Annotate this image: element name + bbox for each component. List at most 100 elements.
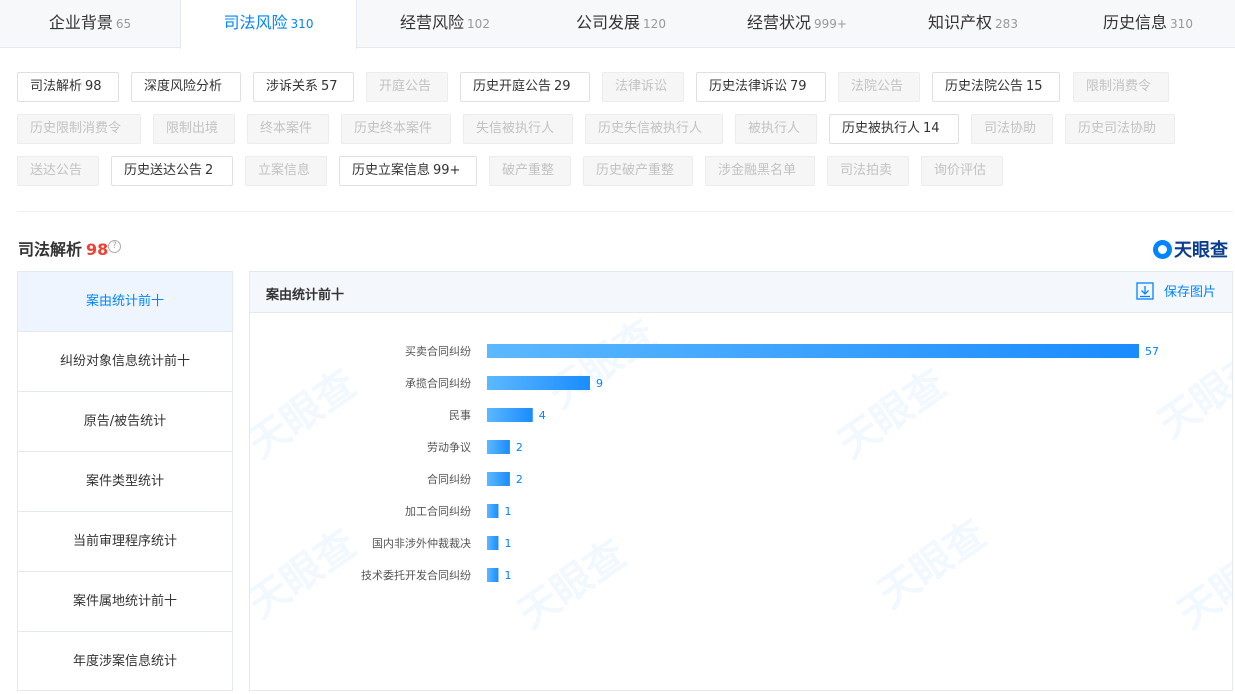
tag-count: 57 xyxy=(321,79,338,94)
tag-consumption-limit: 限制消费令 xyxy=(1073,72,1169,102)
brand-logo: 天眼查 xyxy=(1153,236,1228,262)
bar[interactable] xyxy=(487,376,590,390)
category-label: 加工合同纠纷 xyxy=(405,504,471,518)
tag-label: 司法协助 xyxy=(984,121,1037,136)
tag-count: 79 xyxy=(790,79,807,94)
tag-final-case: 终本案件 xyxy=(247,114,329,144)
case-cause-bar-chart: 买卖合同纠纷 57 承揽合同纠纷 9 民事 4 劳动争议 2 合同纠纷 2 加工合同纠纷 1 国内非涉外… xyxy=(361,344,1159,582)
tab-history-info[interactable]: 历史信息 310 xyxy=(1061,0,1235,48)
tag-label: 司法拍卖 xyxy=(840,163,893,178)
bar[interactable] xyxy=(487,440,510,454)
tab-enterprise-background[interactable]: 企业背景 65 xyxy=(0,0,180,48)
category-label: 国内非涉外仲裁裁决 xyxy=(372,536,471,550)
tag-history-dishonest-executed: 历史失信被执行人 xyxy=(585,114,723,144)
tag-label: 终本案件 xyxy=(260,121,313,136)
menu-item-trial-procedure[interactable]: 当前审理程序统计 xyxy=(18,512,232,572)
bar[interactable] xyxy=(487,568,499,582)
tab-operating-status[interactable]: 经营状况 999+ xyxy=(709,0,885,48)
tab-intellectual-property[interactable]: 知识产权 283 xyxy=(885,0,1061,48)
tag-filing-info: 立案信息 xyxy=(245,156,327,186)
tab-label: 司法风险 xyxy=(223,13,288,32)
download-icon xyxy=(1136,281,1154,300)
tab-count: 120 xyxy=(643,17,666,31)
tag-label: 开庭公告 xyxy=(379,79,432,94)
tag-history-consumption-limit: 历史限制消费令 xyxy=(17,114,141,144)
tag-bankruptcy: 破产重整 xyxy=(489,156,571,186)
section-title-text: 司法解析 xyxy=(18,240,83,259)
tag-label: 送达公告 xyxy=(30,163,83,178)
tag-label: 法律诉讼 xyxy=(615,79,668,94)
tag-label: 司法解析 xyxy=(30,79,83,94)
tag-label: 法院公告 xyxy=(851,79,904,94)
tag-history-legal-lawsuit[interactable]: 历史法律诉讼 79 xyxy=(696,72,826,102)
bar[interactable] xyxy=(487,504,499,518)
tag-deep-risk-analysis[interactable]: 深度风险分析 xyxy=(131,72,241,102)
bar-value-label: 1 xyxy=(504,505,511,518)
chart-panel: 案由统计前十 保存图片 天眼查 天眼查 天眼查 天眼查 天眼查 天眼查 天眼查 … xyxy=(249,271,1233,691)
bar-value-label: 1 xyxy=(504,537,511,550)
bar[interactable] xyxy=(487,472,510,486)
tag-count: 15 xyxy=(1026,79,1043,94)
bar-value-label: 57 xyxy=(1145,345,1159,358)
tab-label: 经营风险 xyxy=(400,13,465,32)
tag-price-evaluation: 询价评估 xyxy=(921,156,1003,186)
tab-count: 310 xyxy=(290,17,314,31)
tag-litigation-relations[interactable]: 涉诉关系 57 xyxy=(253,72,354,102)
tag-label: 历史失信被执行人 xyxy=(598,121,703,136)
menu-item-dispute-object-top10[interactable]: 纠纷对象信息统计前十 xyxy=(18,332,232,392)
tag-history-judicial-assistance: 历史司法协助 xyxy=(1065,114,1175,144)
tab-count: 102 xyxy=(467,17,490,31)
tag-history-service-announcement[interactable]: 历史送达公告 2 xyxy=(111,156,233,186)
section-count: 98 xyxy=(86,240,109,259)
tag-label: 限制出境 xyxy=(166,121,219,136)
tag-dishonest-executed: 失信被执行人 xyxy=(463,114,573,144)
tag-label: 历史送达公告 xyxy=(124,163,203,178)
category-label: 合同纠纷 xyxy=(427,472,471,486)
bar[interactable] xyxy=(487,408,533,422)
chart-panel-header: 案由统计前十 保存图片 xyxy=(250,272,1232,313)
tag-label: 历史开庭公告 xyxy=(473,79,552,94)
tab-count: 999+ xyxy=(814,17,847,31)
tag-label: 询价评估 xyxy=(934,163,987,178)
bar[interactable] xyxy=(487,536,499,550)
tag-label: 历史司法协助 xyxy=(1078,121,1157,136)
tab-operating-risk[interactable]: 经营风险 102 xyxy=(357,0,533,48)
tag-legal-lawsuit: 法律诉讼 xyxy=(602,72,684,102)
category-label: 承揽合同纠纷 xyxy=(405,376,471,390)
tag-label: 涉金融黑名单 xyxy=(718,163,797,178)
menu-item-case-type[interactable]: 案件类型统计 xyxy=(18,452,232,512)
save-image-button[interactable]: 保存图片 xyxy=(1136,281,1216,300)
tab-label: 知识产权 xyxy=(928,13,993,32)
bar-value-label: 4 xyxy=(539,409,546,422)
menu-item-case-cause-top10[interactable]: 案由统计前十 xyxy=(18,272,232,332)
tab-count: 310 xyxy=(1170,17,1193,31)
bar[interactable] xyxy=(487,344,1139,358)
tag-label: 历史立案信息 xyxy=(352,163,431,178)
category-label: 劳动争议 xyxy=(427,440,471,454)
tag-label: 历史被执行人 xyxy=(842,121,921,136)
tag-judicial-assistance: 司法协助 xyxy=(971,114,1053,144)
menu-item-yearly-cases[interactable]: 年度涉案信息统计 xyxy=(18,632,232,692)
tag-history-court-announcement[interactable]: 历史法院公告 15 xyxy=(932,72,1060,102)
menu-item-case-location-top10[interactable]: 案件属地统计前十 xyxy=(18,572,232,632)
tag-judicial-analysis[interactable]: 司法解析 98 xyxy=(17,72,119,102)
tag-history-executed-person[interactable]: 历史被执行人 14 xyxy=(829,114,959,144)
tag-executed-person: 被执行人 xyxy=(735,114,817,144)
tag-label: 失信被执行人 xyxy=(476,121,555,136)
tag-exit-restriction: 限制出境 xyxy=(153,114,235,144)
tab-count: 283 xyxy=(995,17,1018,31)
tag-label: 破产重整 xyxy=(502,163,555,178)
bar-value-label: 2 xyxy=(516,441,523,454)
menu-item-plaintiff-defendant[interactable]: 原告/被告统计 xyxy=(18,392,232,452)
help-icon[interactable]: ? xyxy=(108,240,121,253)
tab-company-development[interactable]: 公司发展 120 xyxy=(533,0,709,48)
tab-judicial-risk[interactable]: 司法风险 310 xyxy=(180,0,357,49)
tag-label: 限制消费令 xyxy=(1086,79,1152,94)
tag-label: 历史终本案件 xyxy=(354,121,433,136)
tag-history-court-hearing[interactable]: 历史开庭公告 29 xyxy=(460,72,590,102)
stats-menu: 案由统计前十 纠纷对象信息统计前十 原告/被告统计 案件类型统计 当前审理程序统… xyxy=(17,271,233,691)
tag-history-filing-info[interactable]: 历史立案信息 99+ xyxy=(339,156,477,186)
section-divider xyxy=(17,211,1233,212)
tag-count: 98 xyxy=(85,79,102,94)
top-tab-bar: 企业背景 65 司法风险 310 经营风险 102 公司发展 120 经营状况 999+ … xyxy=(0,0,1235,49)
